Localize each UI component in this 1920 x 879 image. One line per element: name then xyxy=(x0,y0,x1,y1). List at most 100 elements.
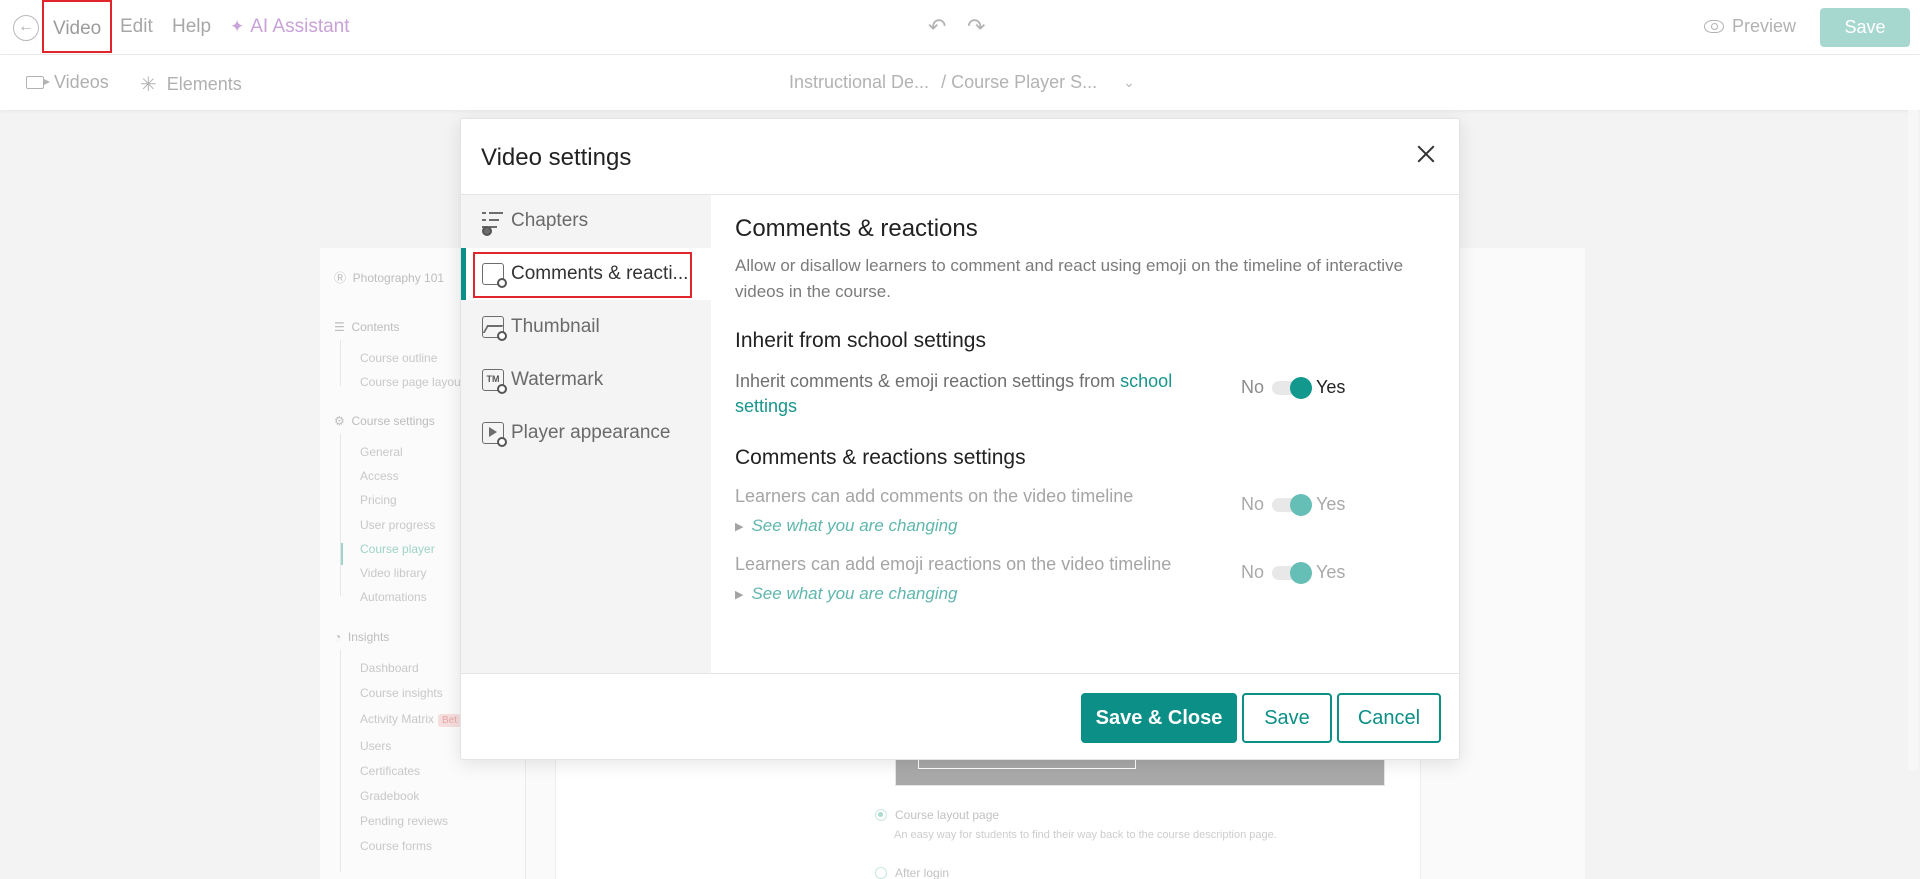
toggle-no-label: No xyxy=(1241,562,1265,582)
toggle-no-label: No xyxy=(1241,494,1265,514)
bg-item: Activity Matrix Bet xyxy=(360,712,462,727)
preview-label: Preview xyxy=(1732,16,1797,36)
redo-icon[interactable]: ↷ xyxy=(967,14,985,40)
ai-assistant-button[interactable]: ✦ AI Assistant xyxy=(230,16,350,38)
menu-video-label: Video xyxy=(53,18,102,39)
toggle-yes-label: Yes xyxy=(1316,562,1346,582)
menu-edit[interactable]: Edit xyxy=(120,16,153,38)
breadcrumb-item-2[interactable]: / Course Player S... xyxy=(941,72,1097,93)
toggle-switch[interactable] xyxy=(1272,493,1313,516)
modal-footer: Save & Close Save Cancel xyxy=(461,673,1459,761)
bg-section-contents: ☰ Contents xyxy=(334,320,400,334)
menu-video[interactable]: Video xyxy=(42,0,113,53)
nav-comments-reactions[interactable]: Comments & reacti... xyxy=(461,248,711,300)
inherit-heading: Inherit from school settings xyxy=(735,329,986,352)
chapters-icon xyxy=(482,210,504,236)
section-heading: Comments & reactions xyxy=(735,215,978,242)
nav-player-appearance[interactable]: Player appearance xyxy=(461,407,711,459)
bg-active-indicator xyxy=(341,543,343,565)
cancel-button[interactable]: Cancel xyxy=(1337,693,1441,743)
top-bar: ← Video Edit Help ✦ AI Assistant ↶ ↷ Pre… xyxy=(0,0,1920,55)
comments-icon xyxy=(482,263,507,288)
ai-assistant-label: AI Assistant xyxy=(250,16,350,37)
preview-button[interactable]: Preview xyxy=(1704,16,1796,37)
chevron-down-icon[interactable]: ⌄ xyxy=(1123,74,1135,91)
toggle-no-label: No xyxy=(1241,377,1265,397)
bg-item: Automations xyxy=(360,590,427,604)
video-camera-icon xyxy=(26,76,50,89)
comments-setting-label: Learners can add comments on the video t… xyxy=(735,486,1134,506)
bg-course-title: Ⓡ Photography 101 xyxy=(334,271,445,285)
bg-item: Access xyxy=(360,469,399,483)
triangle-right-icon: ▶ xyxy=(735,588,744,601)
thumbnail-icon xyxy=(482,316,507,341)
bg-item: Course page layout xyxy=(360,375,465,389)
undo-icon[interactable]: ↶ xyxy=(928,14,946,40)
close-icon[interactable] xyxy=(1415,143,1437,165)
nav-player-appearance-label: Player appearance xyxy=(511,422,671,443)
eye-icon xyxy=(1704,20,1724,33)
watermark-icon: TM xyxy=(482,369,507,394)
toggle-yes-label: Yes xyxy=(1316,377,1346,397)
radio-icon xyxy=(875,809,887,821)
elements-label: Elements xyxy=(166,74,242,94)
bg-item: Gradebook xyxy=(360,789,420,803)
toggle-knob xyxy=(1290,561,1313,584)
player-appearance-icon xyxy=(482,422,507,447)
nav-thumbnail-label: Thumbnail xyxy=(511,316,600,337)
elements-tab[interactable]: ✳ Elements xyxy=(140,72,242,97)
bg-item: Users xyxy=(360,739,392,753)
modal-title: Video settings xyxy=(481,144,632,171)
page-scrollbar[interactable] xyxy=(1908,110,1918,770)
bg-option-2: After login xyxy=(875,866,949,879)
back-icon[interactable]: ← xyxy=(13,15,39,41)
bg-item: Pending reviews xyxy=(360,814,449,828)
inherit-setting-label: Inherit comments & emoji reaction settin… xyxy=(735,371,1173,416)
bg-item: Course outline xyxy=(360,351,438,365)
section-description: Allow or disallow learners to comment an… xyxy=(735,256,1404,301)
bg-item: General xyxy=(360,445,403,459)
sparkle-icon: ✦ xyxy=(230,17,245,36)
nav-watermark-label: Watermark xyxy=(511,369,604,390)
nav-watermark[interactable]: TM Watermark xyxy=(461,354,711,406)
bg-section-settings: ⚙ Course settings xyxy=(334,414,435,428)
bg-section-insights: ◔ Insights xyxy=(334,630,390,644)
videos-label: Videos xyxy=(54,72,109,92)
toggle-switch[interactable] xyxy=(1272,561,1313,584)
nav-thumbnail[interactable]: Thumbnail xyxy=(461,301,711,353)
bg-option-1-desc: An easy way for students to find their w… xyxy=(894,829,1277,841)
settings-heading: Comments & reactions settings xyxy=(735,446,1026,469)
menu-help[interactable]: Help xyxy=(172,16,211,38)
save-button[interactable]: Save xyxy=(1242,693,1332,743)
toggle-switch[interactable] xyxy=(1272,376,1313,399)
bg-item: Dashboard xyxy=(360,661,419,675)
bg-item: Course forms xyxy=(360,839,433,853)
modal-header: Video settings xyxy=(461,119,1459,195)
reactions-setting-label: Learners can add emoji reactions on the … xyxy=(735,554,1172,574)
save-and-close-button[interactable]: Save & Close xyxy=(1081,693,1237,743)
see-changes-comments[interactable]: ▶ See what you are changing xyxy=(735,516,958,536)
bg-item-active: Course player xyxy=(360,542,435,556)
bg-option-1: Course layout page xyxy=(875,808,999,822)
breadcrumb-item-1[interactable]: Instructional De... xyxy=(789,72,929,93)
inherit-toggle[interactable]: No Yes xyxy=(1241,376,1346,399)
reactions-toggle[interactable]: No Yes xyxy=(1241,561,1346,584)
bg-item: User progress xyxy=(360,518,436,532)
triangle-right-icon: ▶ xyxy=(735,520,744,533)
bg-item: Course insights xyxy=(360,686,443,700)
radio-icon xyxy=(875,867,887,879)
save-button-top[interactable]: Save xyxy=(1820,8,1910,47)
toggle-knob xyxy=(1290,376,1313,399)
toggle-yes-label: Yes xyxy=(1316,494,1346,514)
bg-item: Certificates xyxy=(360,764,421,778)
bg-item: Pricing xyxy=(360,493,397,507)
see-changes-reactions[interactable]: ▶ See what you are changing xyxy=(735,584,958,604)
videos-tab[interactable]: Videos xyxy=(26,72,109,93)
breadcrumb[interactable]: Instructional De... / Course Player S...… xyxy=(789,72,1135,93)
nav-comments-label: Comments & reacti... xyxy=(511,263,689,284)
video-settings-modal: Video settings Chapters Comments & react… xyxy=(460,118,1460,760)
toggle-knob xyxy=(1290,493,1313,516)
sub-bar: Videos ✳ Elements Instructional De... / … xyxy=(0,55,1920,110)
nav-chapters[interactable]: Chapters xyxy=(461,195,711,247)
comments-toggle[interactable]: No Yes xyxy=(1241,493,1346,516)
